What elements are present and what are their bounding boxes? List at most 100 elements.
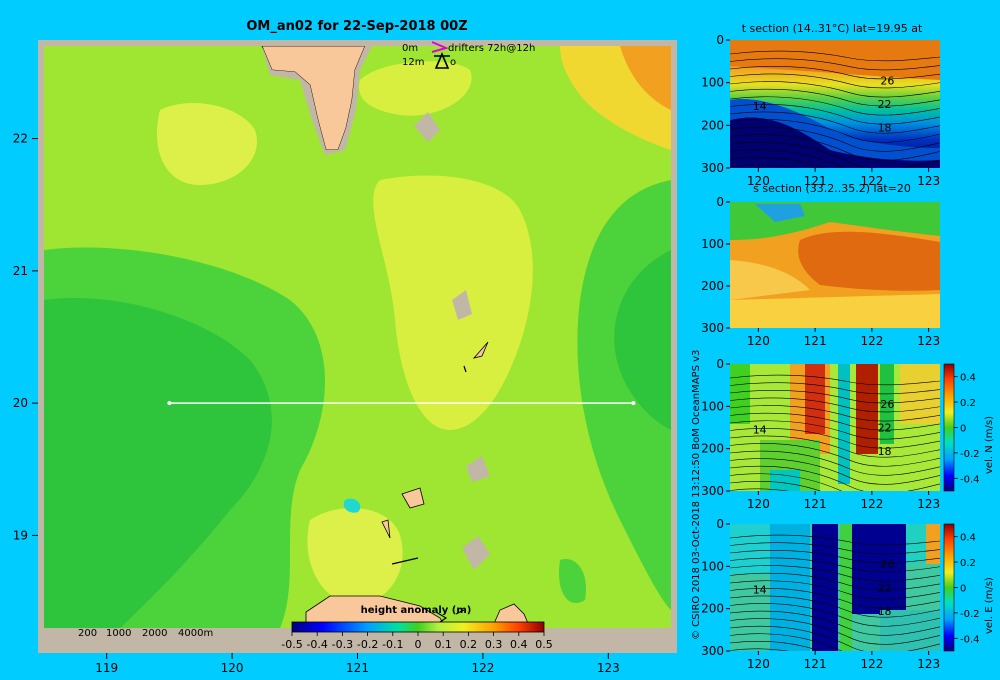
vel-n-x-ticks: 120 121 122 123 bbox=[747, 491, 940, 511]
velocity-colorbar-tick-label: -0.2 bbox=[960, 449, 980, 460]
figure-title: OM_an02 for 22-Sep-2018 00Z bbox=[246, 19, 467, 34]
map-x-ticks: 119 120 121 122 123 bbox=[95, 653, 620, 675]
section-x-tick-label: 121 bbox=[804, 497, 827, 511]
height-colorbar-tick-label: 0.5 bbox=[535, 638, 553, 651]
drifter-legend-depth-0: 0m bbox=[402, 43, 418, 54]
vel-e-band bbox=[840, 524, 852, 651]
section-x-tick-label: 122 bbox=[860, 657, 883, 671]
vel-n-band bbox=[838, 364, 850, 484]
s-section-x-ticks: 120 121 122 123 bbox=[747, 328, 940, 348]
height-colorbar-tick-label: -0.1 bbox=[382, 638, 403, 651]
section-y-tick-label: 300 bbox=[701, 644, 724, 658]
section-y-tick-label: 300 bbox=[701, 161, 724, 175]
t-section-y-ticks: 0 100 200 300 bbox=[701, 33, 730, 175]
height-colorbar-tick-label: 0 bbox=[415, 638, 422, 651]
section-y-tick-label: 100 bbox=[701, 237, 724, 251]
section-y-tick-label: 100 bbox=[701, 76, 724, 90]
contour-label: 14 bbox=[753, 100, 767, 113]
contour-label: 26 bbox=[880, 398, 894, 411]
section-y-tick-label: 0 bbox=[716, 195, 724, 209]
section-x-tick-label: 120 bbox=[747, 334, 770, 348]
section-x-tick-label: 122 bbox=[860, 497, 883, 511]
section-x-tick-label: 120 bbox=[747, 497, 770, 511]
contour-label: 18 bbox=[878, 445, 892, 458]
s-section-y-ticks: 0 100 200 300 bbox=[701, 195, 730, 335]
vel-e-panel: 26221814 120 121 122 123 0100200300 0.40.20… bbox=[701, 517, 995, 671]
transect-start-marker bbox=[167, 401, 172, 406]
bathy-legend-label: 1000 bbox=[106, 628, 131, 639]
velocity-colorbar-tick-label: 0.2 bbox=[960, 398, 976, 409]
contour-label: 22 bbox=[878, 422, 892, 435]
vel-e-colorbar-ticks: 0.4 0.2 0 -0.2 -0.4 bbox=[954, 533, 980, 645]
contour-label: 14 bbox=[753, 424, 767, 437]
contour-label: 26 bbox=[880, 558, 894, 571]
vel-n-band bbox=[856, 364, 878, 454]
bathy-legend-label: 200 bbox=[78, 628, 97, 639]
section-y-tick-label: 200 bbox=[701, 602, 724, 616]
section-x-tick-label: 121 bbox=[804, 657, 827, 671]
height-colorbar-tick-label: -0.4 bbox=[306, 638, 327, 651]
s-section-high bbox=[798, 231, 940, 291]
drifter-legend-text-12: o bbox=[450, 57, 456, 68]
vel-e-label: vel. E (m/s) bbox=[984, 577, 995, 634]
height-colorbar-bar bbox=[291, 621, 545, 633]
vel-n-panel: 26221814 120 121 122 123 0100200300 0.40.20… bbox=[701, 357, 995, 511]
map-y-tick-label: 22 bbox=[13, 132, 28, 146]
transect-end-marker bbox=[631, 401, 636, 406]
contour-label: 22 bbox=[878, 582, 892, 595]
contour-label: 18 bbox=[878, 121, 892, 134]
vel-n-band bbox=[805, 364, 825, 434]
velocity-colorbar-tick-label: 0.4 bbox=[960, 533, 976, 544]
map-x-tick-label: 119 bbox=[95, 661, 118, 675]
height-colorbar-tick-label: 0.2 bbox=[460, 638, 478, 651]
vel-e-x-ticks: 120 121 122 123 bbox=[747, 651, 940, 671]
section-x-tick-label: 120 bbox=[747, 657, 770, 671]
t-section-title: t section (14..31°C) lat=19.95 at bbox=[742, 22, 923, 35]
contour-label: 22 bbox=[878, 98, 892, 111]
velocity-colorbar-tick-label: -0.4 bbox=[960, 634, 980, 645]
map-x-tick-label: 121 bbox=[346, 661, 369, 675]
vel-e-band bbox=[926, 524, 940, 564]
section-y-tick-label: 0 bbox=[716, 517, 724, 531]
section-x-tick-label: 123 bbox=[917, 657, 940, 671]
s-section-panel: s section (33.2..35.2) lat=20 120 121 122 1… bbox=[701, 182, 940, 348]
map-y-ticks: 19 20 21 22 bbox=[13, 132, 38, 542]
map-y-tick-label: 20 bbox=[13, 396, 28, 410]
section-x-tick-label: 123 bbox=[917, 497, 940, 511]
height-colorbar-tick-label: -0.3 bbox=[332, 638, 353, 651]
section-y-tick-label: 100 bbox=[701, 559, 724, 573]
section-y-tick-label: 300 bbox=[701, 484, 724, 498]
vel-n-colorbar bbox=[943, 363, 955, 492]
map-y-tick-label: 21 bbox=[13, 264, 28, 278]
map-y-tick-label: 19 bbox=[13, 528, 28, 542]
section-y-tick-label: 0 bbox=[716, 357, 724, 371]
vel-e-band bbox=[812, 524, 838, 651]
velocity-colorbar-tick-label: 0 bbox=[960, 584, 966, 595]
velocity-colorbar-tick-label: 0.2 bbox=[960, 558, 976, 569]
map-x-tick-label: 123 bbox=[597, 661, 620, 675]
map-x-tick-label: 122 bbox=[471, 661, 494, 675]
height-colorbar-tick-label: 0.1 bbox=[434, 638, 452, 651]
contour-label: 26 bbox=[880, 75, 894, 88]
s-section-title: s section (33.2..35.2) lat=20 bbox=[753, 182, 911, 195]
vel-n-colorbar-ticks: 0.4 0.2 0 -0.2 -0.4 bbox=[954, 373, 980, 485]
main-map: 119 120 121 122 123 19 20 21 22 bbox=[13, 40, 677, 675]
vel-n-band bbox=[900, 364, 940, 424]
bathy-legend-label: 2000 bbox=[142, 628, 167, 639]
figure-canvas: 119 120 121 122 123 19 20 21 22 OM_an02 for 22-… bbox=[13, 19, 995, 675]
contour-label: 18 bbox=[878, 605, 892, 618]
velocity-colorbar-tick-label: 0 bbox=[960, 424, 966, 435]
map-x-tick-label: 120 bbox=[221, 661, 244, 675]
s-section-deep bbox=[730, 294, 940, 328]
vel-n-band bbox=[770, 470, 800, 491]
vel-e-band bbox=[730, 524, 770, 574]
vel-n-label: vel. N (m/s) bbox=[984, 416, 995, 474]
section-y-tick-label: 200 bbox=[701, 279, 724, 293]
bathy-legend-label: 4000m bbox=[178, 628, 213, 639]
vel-n-y-ticks: 0 100 200 300 bbox=[701, 357, 730, 498]
velocity-colorbar-tick-label: -0.2 bbox=[960, 609, 980, 620]
t-section-panel: t section (14..31°C) lat=19.95 at 26 22 18… bbox=[701, 22, 940, 188]
section-y-tick-label: 200 bbox=[701, 118, 724, 132]
section-x-tick-label: 123 bbox=[917, 334, 940, 348]
section-x-tick-label: 123 bbox=[917, 174, 940, 188]
